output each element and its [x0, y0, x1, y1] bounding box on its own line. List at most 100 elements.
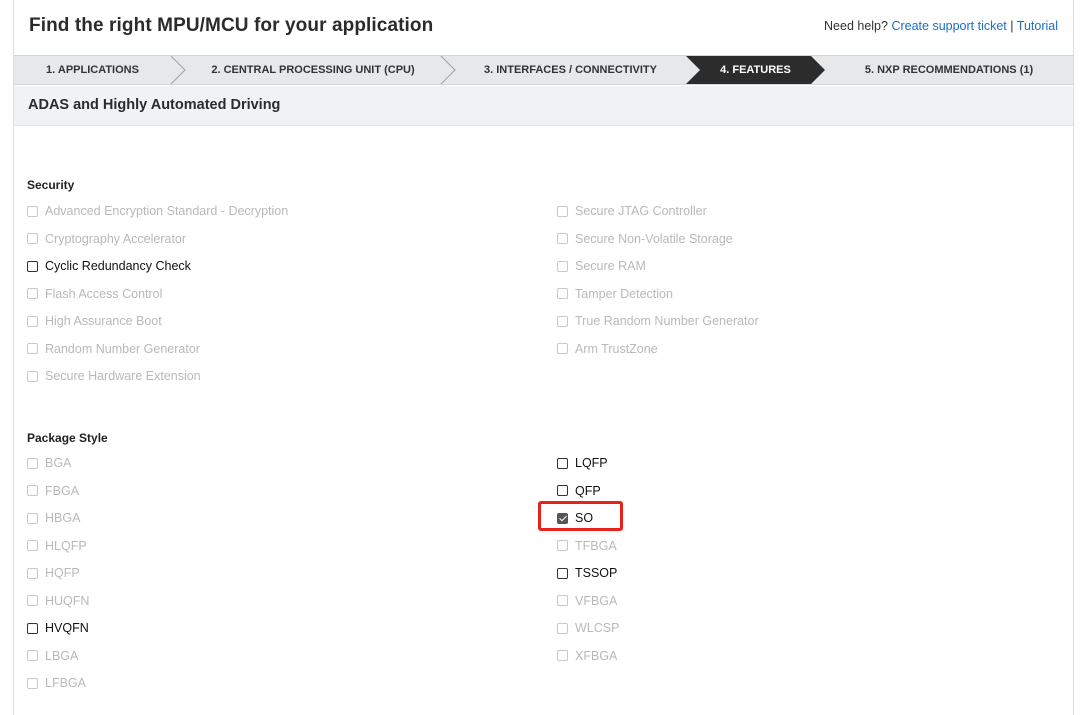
option-label: TFBGA: [575, 538, 617, 553]
option-label: Arm TrustZone: [575, 341, 658, 356]
option-label: HUQFN: [45, 593, 90, 608]
tutorial-link[interactable]: Tutorial: [1017, 19, 1058, 33]
option-label: Tamper Detection: [575, 286, 673, 301]
checkbox: [557, 205, 568, 217]
checkbox: [27, 370, 38, 382]
checkbox: [27, 485, 38, 496]
option-label: WLCSP: [575, 621, 620, 635]
checkbox[interactable]: [557, 485, 568, 496]
option-label: TSSOP: [575, 566, 618, 580]
option-secure-ram: Secure RAM: [557, 257, 646, 275]
option-label: True Random Number Generator: [575, 314, 759, 328]
application-section-bar: ADAS and Highly Automated Driving: [14, 86, 1073, 126]
checkbox: [27, 540, 38, 551]
highlight-box: [538, 501, 623, 531]
option-label: Flash Access Control: [45, 286, 163, 301]
help-area: Need help? Create support ticket | Tutor…: [824, 19, 1058, 33]
checkbox: [557, 650, 568, 661]
checkbox: [27, 512, 38, 524]
checkbox: [557, 622, 568, 634]
option-label: Cyclic Redundancy Check: [45, 259, 191, 273]
option-qfp[interactable]: QFP: [557, 482, 601, 500]
step-separator: [170, 56, 186, 84]
option-label: LQFP: [575, 456, 608, 470]
checkbox: [27, 567, 38, 579]
checkbox: [27, 457, 38, 469]
help-prefix: Need help?: [824, 19, 888, 33]
step-separator: [440, 56, 456, 84]
option-label: HBGA: [45, 511, 81, 525]
page-title: Find the right MPU/MCU for your applicat…: [29, 15, 434, 36]
option-label: Advanced Encryption Standard - Decryptio…: [45, 204, 289, 218]
option-advanced-encryption-standard-decryption: Advanced Encryption Standard - Decryptio…: [27, 202, 288, 220]
checkbox: [27, 315, 38, 327]
option-lfbga: LFBGA: [27, 674, 86, 692]
option-secure-hardware-extension: Secure Hardware Extension: [27, 367, 201, 385]
option-tamper-detection: Tamper Detection: [557, 285, 673, 303]
checkbox: [27, 343, 38, 354]
step-features[interactable]: 4. FEATURES: [700, 56, 811, 84]
help-separator: |: [1010, 19, 1014, 33]
option-label: Random Number Generator: [45, 341, 200, 356]
step-recommendations[interactable]: 5. NXP RECOMMENDATIONS (1): [825, 56, 1073, 84]
option-vfbga: VFBGA: [557, 592, 617, 610]
option-label: VFBGA: [575, 593, 618, 608]
option-hbga: HBGA: [27, 509, 80, 527]
option-cyclic-redundancy-check[interactable]: Cyclic Redundancy Check: [27, 257, 191, 275]
option-label: HLQFP: [45, 538, 87, 553]
option-label: FBGA: [45, 483, 80, 498]
step-cpu[interactable]: 2. CENTRAL PROCESSING UNIT (CPU): [185, 56, 441, 84]
option-label: XFBGA: [575, 648, 618, 663]
checkbox: [557, 595, 568, 606]
option-label: Secure RAM: [575, 259, 646, 273]
wizard-steps: 1. APPLICATIONS 2. CENTRAL PROCESSING UN…: [14, 55, 1073, 85]
option-true-random-number-generator: True Random Number Generator: [557, 312, 759, 330]
option-secure-jtag-controller: Secure JTAG Controller: [557, 202, 707, 220]
option-label: Secure Non-Volatile Storage: [575, 231, 733, 246]
checkbox[interactable]: [557, 567, 568, 579]
option-lqfp[interactable]: LQFP: [557, 454, 608, 472]
option-cryptography-accelerator: Cryptography Accelerator: [27, 230, 186, 248]
checkbox: [557, 540, 568, 551]
option-tssop[interactable]: TSSOP: [557, 564, 617, 582]
option-label: HQFP: [45, 566, 80, 580]
option-label: BGA: [45, 456, 72, 470]
step-interfaces[interactable]: 3. INTERFACES / CONNECTIVITY: [455, 56, 686, 84]
page-header: Find the right MPU/MCU for your applicat…: [13, 8, 1074, 48]
application-name: ADAS and Highly Automated Driving: [28, 97, 281, 113]
checkbox: [557, 315, 568, 327]
option-label: Secure Hardware Extension: [45, 369, 201, 383]
security-group-title: Security: [27, 178, 75, 192]
option-label: Secure JTAG Controller: [575, 204, 707, 218]
checkbox: [557, 233, 568, 244]
step-applications[interactable]: 1. APPLICATIONS: [14, 56, 171, 84]
checkbox: [27, 677, 38, 689]
option-hqfp: HQFP: [27, 564, 80, 582]
package-group-title: Package Style: [27, 431, 108, 445]
option-wlcsp: WLCSP: [557, 619, 619, 637]
option-arm-trustzone: Arm TrustZone: [557, 340, 658, 358]
checkbox[interactable]: [557, 457, 568, 469]
option-hlqfp: HLQFP: [27, 537, 87, 555]
option-lbga: LBGA: [27, 647, 78, 665]
option-label: Cryptography Accelerator: [45, 231, 187, 246]
checkbox: [27, 205, 38, 217]
option-secure-non-volatile-storage: Secure Non-Volatile Storage: [557, 230, 733, 248]
create-support-ticket-link[interactable]: Create support ticket: [891, 19, 1006, 33]
checkbox: [557, 260, 568, 272]
option-fbga: FBGA: [27, 482, 79, 500]
checkbox: [27, 650, 38, 661]
option-label: HVQFN: [45, 621, 89, 635]
option-flash-access-control: Flash Access Control: [27, 285, 162, 303]
checkbox: [27, 288, 38, 299]
checkbox[interactable]: [27, 622, 38, 634]
option-high-assurance-boot: High Assurance Boot: [27, 312, 162, 330]
checkbox: [27, 233, 38, 244]
checkbox: [27, 595, 38, 606]
option-random-number-generator: Random Number Generator: [27, 340, 200, 358]
option-bga: BGA: [27, 454, 71, 472]
checkbox[interactable]: [27, 260, 38, 272]
option-xfbga: XFBGA: [557, 647, 617, 665]
option-label: High Assurance Boot: [45, 314, 162, 328]
option-hvqfn[interactable]: HVQFN: [27, 619, 89, 637]
